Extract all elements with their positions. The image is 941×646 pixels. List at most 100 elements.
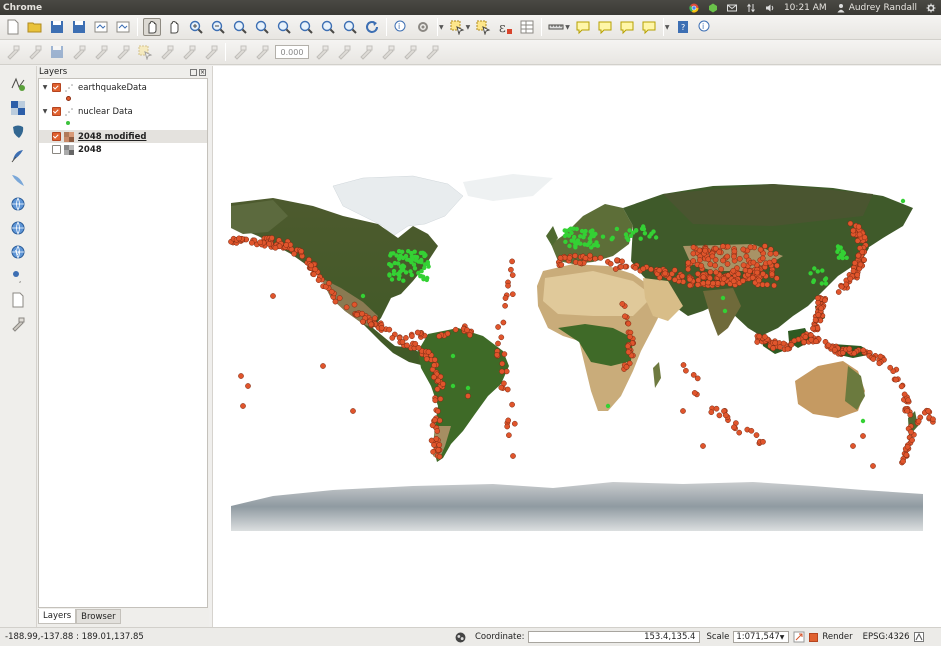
save-as-icon[interactable] (70, 18, 88, 36)
action-icon[interactable] (414, 18, 432, 36)
rotation-icon[interactable] (793, 631, 805, 643)
label-rotation-input[interactable]: 0.000 (275, 45, 309, 59)
new-shapefile-icon[interactable] (7, 290, 29, 309)
pin-labels-icon[interactable] (313, 43, 331, 61)
transfer-icon[interactable] (746, 3, 756, 13)
dropdown-arrow-icon[interactable]: ▼ (466, 24, 471, 31)
print-composer-icon[interactable] (92, 18, 110, 36)
dropdown-arrow-icon[interactable]: ▼ (565, 24, 570, 31)
delete-selected-icon[interactable] (136, 43, 154, 61)
zoom-full-icon[interactable] (253, 18, 271, 36)
layer-row-2048[interactable]: 2048 (39, 143, 207, 156)
open-project-icon[interactable] (26, 18, 44, 36)
network-icon[interactable] (708, 3, 718, 13)
expand-arrow-icon[interactable]: ▼ (41, 84, 49, 91)
add-wms-layer-icon[interactable] (7, 194, 29, 213)
layer-row-2048-modified[interactable]: 2048 modified (39, 130, 207, 143)
save-edits-icon[interactable] (48, 43, 66, 61)
zoom-to-layer-icon[interactable] (297, 18, 315, 36)
close-panel-icon[interactable]: × (199, 68, 206, 76)
volume-icon[interactable] (765, 3, 775, 13)
zoom-next-icon[interactable] (341, 18, 359, 36)
clock[interactable]: 10:21 AM (784, 3, 827, 13)
show-hide-labels-icon[interactable] (335, 43, 353, 61)
add-postgis-layer-icon[interactable] (7, 122, 29, 141)
layer-visibility-checkbox[interactable] (52, 107, 61, 116)
crs-label[interactable]: EPSG:4326 (863, 632, 910, 642)
nuclear-point (450, 353, 456, 359)
mail-icon[interactable] (726, 3, 737, 13)
tab-browser[interactable]: Browser (76, 609, 121, 624)
composer-manager-icon[interactable] (114, 18, 132, 36)
layer-visibility-checkbox[interactable] (52, 145, 61, 154)
coordinate-toggle-icon[interactable] (455, 632, 466, 643)
crs-status-icon[interactable] (913, 632, 924, 642)
save-project-icon[interactable] (48, 18, 66, 36)
rotate-label-icon[interactable] (231, 43, 249, 61)
new-project-icon[interactable] (4, 18, 22, 36)
select-features-icon[interactable] (448, 18, 466, 36)
add-mssql-layer-icon[interactable] (7, 170, 29, 189)
refresh-icon[interactable] (363, 18, 381, 36)
chrome-icon[interactable] (689, 3, 699, 13)
dropdown-arrow-icon[interactable]: ▼ (665, 24, 670, 31)
expand-arrow-icon[interactable]: ▼ (41, 108, 49, 115)
show-bookmarks-icon[interactable] (618, 18, 636, 36)
render-checkbox[interactable] (809, 632, 819, 642)
cut-features-icon[interactable] (158, 43, 176, 61)
text-annotation-icon[interactable] (640, 18, 658, 36)
add-spatialite-layer-icon[interactable] (7, 146, 29, 165)
coordinate-field[interactable]: 153.4,135.4 (528, 631, 701, 643)
map-tips-icon[interactable] (574, 18, 592, 36)
paste-features-icon[interactable] (202, 43, 220, 61)
layers-tree[interactable]: ▼ earthquakeData ▼ nuclear Data 2048 mod… (38, 78, 208, 608)
pan-icon[interactable] (143, 18, 161, 36)
tab-layers[interactable]: Layers (38, 609, 77, 624)
rotate-labels-icon[interactable] (379, 43, 397, 61)
layer-visibility-checkbox[interactable] (52, 132, 61, 141)
zoom-to-selection-icon[interactable] (275, 18, 293, 36)
bookmark-icon[interactable] (596, 18, 614, 36)
move-label-icon[interactable] (357, 43, 375, 61)
whats-this-icon[interactable]: i (696, 18, 714, 36)
deselect-icon[interactable] (474, 18, 492, 36)
attribute-table-icon[interactable] (518, 18, 536, 36)
user-menu[interactable]: Audrey Randall (836, 3, 917, 13)
world-map[interactable] (213, 66, 941, 627)
remove-layer-icon[interactable] (7, 314, 29, 333)
pan-to-selection-icon[interactable] (165, 18, 183, 36)
map-canvas[interactable] (212, 66, 941, 627)
layer-row-nuclear[interactable]: ▼ nuclear Data (39, 105, 207, 118)
field-calculator-icon[interactable]: ε (496, 18, 514, 36)
add-wfs-layer-icon[interactable]: V (7, 242, 29, 261)
add-wcs-layer-icon[interactable] (7, 218, 29, 237)
move-feature-icon[interactable] (92, 43, 110, 61)
add-feature-icon[interactable] (70, 43, 88, 61)
toggle-editing-icon[interactable] (26, 43, 44, 61)
add-vector-layer-icon[interactable] (7, 74, 29, 93)
layer-visibility-checkbox[interactable] (52, 83, 61, 92)
zoom-out-icon[interactable] (209, 18, 227, 36)
scale-dropdown-icon[interactable]: ▼ (780, 634, 785, 641)
measure-icon[interactable] (547, 18, 565, 36)
label-icon[interactable] (253, 43, 271, 61)
scale-combobox[interactable]: 1:071,547 ▼ (733, 631, 790, 643)
settings-gear-icon[interactable] (926, 3, 936, 13)
dropdown-arrow-icon[interactable]: ▼ (439, 24, 444, 31)
zoom-actual-icon[interactable] (231, 18, 249, 36)
node-tool-icon[interactable] (114, 43, 132, 61)
earthquake-point (625, 349, 632, 355)
zoom-last-icon[interactable] (319, 18, 337, 36)
current-edits-icon[interactable] (4, 43, 22, 61)
copy-features-icon[interactable] (180, 43, 198, 61)
diagram-icon[interactable] (423, 43, 441, 61)
zoom-in-icon[interactable] (187, 18, 205, 36)
change-label-icon[interactable] (401, 43, 419, 61)
identify-icon[interactable]: i (392, 18, 410, 36)
float-panel-icon[interactable] (190, 68, 197, 76)
add-delimited-text-icon[interactable]: , (7, 266, 29, 285)
layer-row-earthquake[interactable]: ▼ earthquakeData (39, 81, 207, 94)
help-icon[interactable]: ? (674, 18, 692, 36)
add-raster-layer-icon[interactable] (7, 98, 29, 117)
earthquake-point (746, 268, 753, 274)
